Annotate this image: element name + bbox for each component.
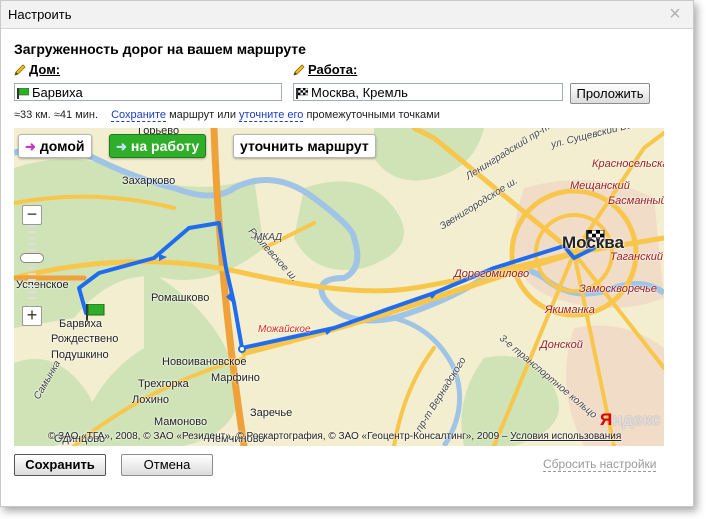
refine-route-button[interactable]: уточнить маршрут (233, 134, 376, 158)
map-label: Новоивановское (162, 356, 247, 368)
route-info-tail: промежуточными точками (306, 109, 440, 121)
map-label: Якиманка (545, 304, 595, 316)
map-label-city: Москва (562, 233, 624, 252)
map-label: Басманный (608, 195, 664, 207)
zoom-out-icon[interactable]: − (22, 205, 42, 225)
map-label: Рождествено (51, 333, 119, 345)
map-label: Мамоново (154, 416, 208, 428)
titlebar: Настроить × (1, 1, 693, 29)
home-field[interactable]: Барвиха (14, 83, 282, 101)
route-button[interactable]: Проложить (570, 83, 650, 104)
checkered-flag-icon (296, 88, 308, 99)
arrow-right-icon: ➜ (116, 139, 127, 154)
map-label: Заречье (250, 407, 293, 419)
work-field-value: Москва, Кремль (311, 85, 408, 100)
work-route-label: на работу (130, 138, 200, 154)
close-icon[interactable]: × (665, 4, 685, 24)
map-label: Можайское (258, 324, 311, 335)
pencil-icon (293, 64, 305, 76)
save-route-link[interactable]: Сохраните (111, 109, 166, 122)
settings-dialog: Настроить × Загруженность дорог на вашем… (0, 0, 694, 507)
map-label: Подушкино (51, 349, 109, 361)
page-title: Загруженность дорог на вашем маршруте (14, 41, 306, 57)
map-label: Успенское (16, 279, 69, 291)
zoom-slider[interactable] (20, 253, 44, 263)
reset-settings-link[interactable]: Сбросить настройки (543, 457, 657, 472)
zoom-in-icon[interactable]: + (22, 306, 42, 326)
home-field-value: Барвиха (32, 85, 83, 100)
home-label: Дом: (14, 62, 60, 77)
map-label: Дорогомилово (454, 268, 530, 280)
yandex-logo: Яндекс (600, 410, 661, 429)
map-label: Барвиха (59, 318, 102, 330)
work-label: Работа: (293, 62, 357, 77)
work-label-text: Работа: (308, 62, 358, 77)
home-route-button[interactable]: ➜ домой (18, 134, 92, 158)
map-label: Ромашково (151, 292, 210, 304)
refine-route-link[interactable]: уточните его (239, 109, 304, 122)
route-distance: ≈33 км. (14, 109, 51, 121)
route-time: ≈41 мин. (53, 109, 98, 121)
map-label: Захарково (122, 175, 176, 187)
arrow-right-icon: ➜ (25, 139, 36, 154)
work-route-button[interactable]: ➜ на работу (109, 134, 207, 158)
traffic-map[interactable]: Захарково Горьево Ромашково Барвиха Рожд… (14, 128, 664, 446)
route-info-middle: маршрут или (169, 109, 236, 121)
map-label: МКАД (254, 232, 283, 243)
map-label: Таганский (610, 251, 663, 263)
home-label-text: Дом: (29, 62, 61, 77)
map-label: Мещанский (570, 180, 630, 192)
map-label: Трехгорка (138, 378, 189, 390)
map-label: Лохино (132, 394, 170, 406)
route-info: ≈33 км. ≈41 мин. Сохраните маршрут или у… (14, 109, 440, 122)
map-copyright: © ЗАО «ТГА», 2008, © ЗАО «Резидент», © Р… (48, 431, 622, 442)
zoom-track[interactable] (28, 225, 36, 301)
map-label: Замоскворечье (579, 283, 658, 295)
window-title: Настроить (8, 7, 72, 22)
terms-link[interactable]: Условия использования (510, 431, 621, 442)
save-button[interactable]: Сохранить (14, 454, 106, 476)
work-field[interactable]: Москва, Кремль (293, 83, 563, 101)
pencil-icon (14, 64, 26, 76)
map-label: Красносельская (592, 158, 664, 170)
home-route-label: домой (39, 138, 85, 154)
cancel-button[interactable]: Отмена (121, 454, 213, 476)
green-flag-icon (17, 88, 29, 99)
map-label: Донской (540, 339, 583, 351)
map-label: Марфино (211, 372, 260, 384)
